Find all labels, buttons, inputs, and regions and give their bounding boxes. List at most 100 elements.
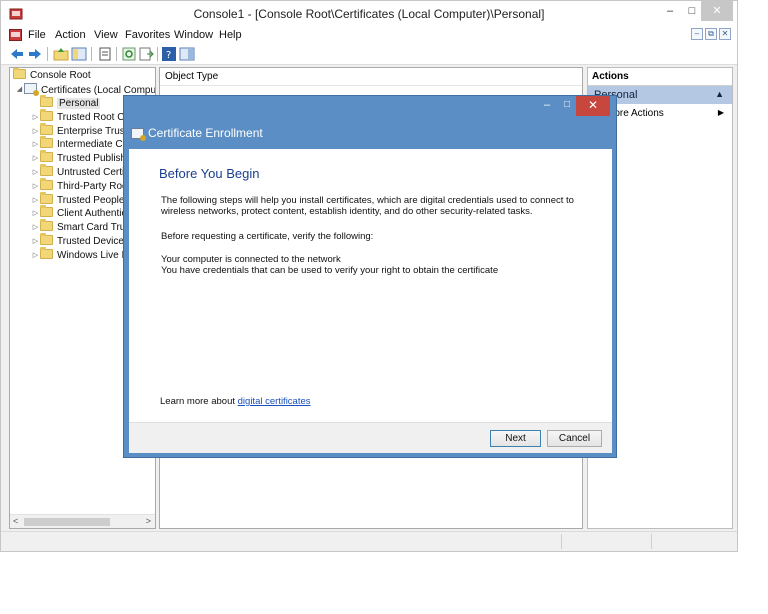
tree-item-store[interactable]: ▷ Smart Card Trust [31, 219, 134, 235]
folder-icon [40, 122, 53, 135]
up-folder-icon[interactable] [53, 46, 69, 62]
toolbar: ? [1, 43, 737, 65]
dialog-body: Before You Begin The following steps wil… [129, 149, 612, 422]
tree-item-store[interactable]: ▷ Trusted Publishe [31, 150, 132, 166]
expand-chevron-icon[interactable]: ▷ [31, 111, 40, 125]
scroll-left-icon[interactable]: < [13, 516, 18, 526]
cancel-button[interactable]: Cancel [547, 430, 602, 447]
checklist-item-credentials: You have credentials that can be used to… [161, 265, 499, 276]
certificate-snapin-icon [24, 83, 39, 96]
intro-paragraph: The following steps will help you instal… [161, 195, 574, 217]
title-bar: Console1 - [Console Root\Certificates (L… [1, 1, 737, 27]
column-header-object-type[interactable]: Object Type [160, 68, 582, 86]
properties-icon[interactable] [97, 46, 113, 62]
console-menu-icon[interactable] [9, 29, 22, 41]
submenu-arrow-icon: ▶ [717, 108, 724, 117]
tree-item-label: Trusted People [57, 194, 125, 206]
close-button[interactable]: ✕ [701, 1, 733, 21]
dialog-maximize-button[interactable]: □ [560, 98, 574, 112]
mdi-close-button[interactable]: ✕ [719, 28, 731, 40]
collapse-caret-icon[interactable]: ▲ [715, 89, 724, 99]
expand-chevron-icon[interactable]: ▷ [31, 152, 40, 166]
toolbar-separator [116, 47, 117, 61]
dialog-close-button[interactable]: ✕ [576, 96, 610, 116]
status-bar [1, 531, 737, 551]
expand-chevron-icon[interactable]: ▷ [31, 207, 40, 221]
folder-icon [40, 95, 53, 107]
tree-horizontal-scrollbar[interactable]: < > [10, 514, 155, 528]
tree-item-store[interactable]: ▷ Intermediate Cer [31, 136, 132, 152]
scroll-right-icon[interactable]: > [146, 516, 151, 526]
scroll-thumb[interactable] [24, 518, 110, 526]
digital-certificates-link[interactable]: digital certificates [238, 396, 311, 407]
expand-chevron-icon[interactable]: ▷ [31, 194, 40, 208]
learn-more-line: Learn more about digital certificates [160, 396, 311, 407]
menu-view[interactable]: View [94, 29, 118, 41]
expand-chevron-icon[interactable]: ▷ [31, 138, 40, 152]
learn-more-text: Learn more about [160, 396, 235, 407]
tree-item-label: Windows Live ID [57, 249, 132, 261]
folder-icon [40, 219, 53, 232]
window-title: Console1 - [Console Root\Certificates (L… [193, 7, 545, 21]
export-list-icon[interactable] [138, 46, 154, 62]
toolbar-separator [47, 47, 48, 61]
mdi-controls: – ⧉ ✕ [691, 28, 731, 40]
tree-item-label: Intermediate Cer [57, 139, 132, 151]
expanded-chevron-icon[interactable]: ◢ [15, 83, 24, 97]
folder-icon [40, 150, 53, 163]
next-button[interactable]: Next [490, 430, 541, 447]
folder-icon [40, 164, 53, 176]
dialog-header: Certificate Enrollment [128, 122, 614, 148]
show-hide-action-pane-icon[interactable] [179, 46, 195, 62]
tree-item-console-root[interactable]: Console Root [13, 68, 91, 83]
menu-bar: File Action View Favorites Window Help –… [1, 27, 737, 43]
folder-icon [13, 68, 26, 79]
refresh-icon[interactable] [121, 46, 137, 62]
dialog-footer: Next Cancel [129, 422, 612, 453]
tree-item-label: Personal [57, 98, 101, 109]
forward-arrow-icon[interactable] [27, 46, 43, 62]
menu-help[interactable]: Help [219, 29, 242, 41]
dialog-minimize-button[interactable]: – [540, 98, 554, 112]
checklist-item-network: Your computer is connected to the networ… [161, 254, 341, 265]
svg-text:?: ? [166, 50, 171, 61]
toolbar-separator [91, 47, 92, 61]
tree-item-label: Smart Card Trust [57, 222, 134, 234]
tree-item-label: Untrusted Certifi [57, 167, 130, 178]
verify-intro: Before requesting a certificate, verify … [161, 231, 374, 242]
tree-item-label: Client Authentic [57, 208, 127, 220]
menu-action[interactable]: Action [55, 29, 86, 41]
folder-icon [40, 205, 53, 218]
mdi-minimize-button[interactable]: – [691, 28, 703, 40]
expand-chevron-icon[interactable]: ▷ [31, 125, 40, 139]
expand-chevron-icon[interactable]: ▷ [31, 235, 40, 249]
actions-title: Actions [588, 68, 732, 86]
help-icon[interactable]: ? [161, 46, 177, 62]
tree-item-label: Third-Party Root [57, 180, 131, 192]
folder-icon [40, 136, 53, 149]
show-hide-tree-icon[interactable] [71, 46, 87, 62]
tree-item-label: Trusted Devices [57, 236, 129, 247]
expand-chevron-icon[interactable]: ▷ [31, 249, 40, 263]
toolbar-separator [157, 47, 158, 61]
mdi-restore-button[interactable]: ⧉ [705, 28, 717, 40]
menu-favorites[interactable]: Favorites [125, 29, 170, 41]
expand-chevron-icon[interactable]: ▷ [31, 180, 40, 194]
back-arrow-icon[interactable] [9, 46, 25, 62]
menu-file[interactable]: File [28, 29, 46, 41]
status-bar-divider [561, 534, 562, 549]
folder-icon [40, 177, 53, 190]
folder-icon [40, 191, 53, 204]
tree-item-label: Enterprise Trust [57, 125, 128, 137]
folder-icon [40, 246, 53, 259]
expand-chevron-icon[interactable]: ▷ [31, 166, 40, 180]
folder-icon [40, 108, 53, 121]
menu-window[interactable]: Window [174, 29, 213, 41]
expand-chevron-icon[interactable]: ▷ [31, 221, 40, 235]
certificate-enrollment-icon [131, 128, 146, 141]
folder-icon [40, 233, 53, 245]
tree-item-store[interactable]: ▷ Trusted Root Cer [31, 108, 133, 125]
tree-item-store[interactable]: ▷ Windows Live ID [31, 246, 132, 263]
page-heading: Before You Begin [159, 166, 260, 181]
dialog-title: Certificate Enrollment [148, 126, 263, 140]
